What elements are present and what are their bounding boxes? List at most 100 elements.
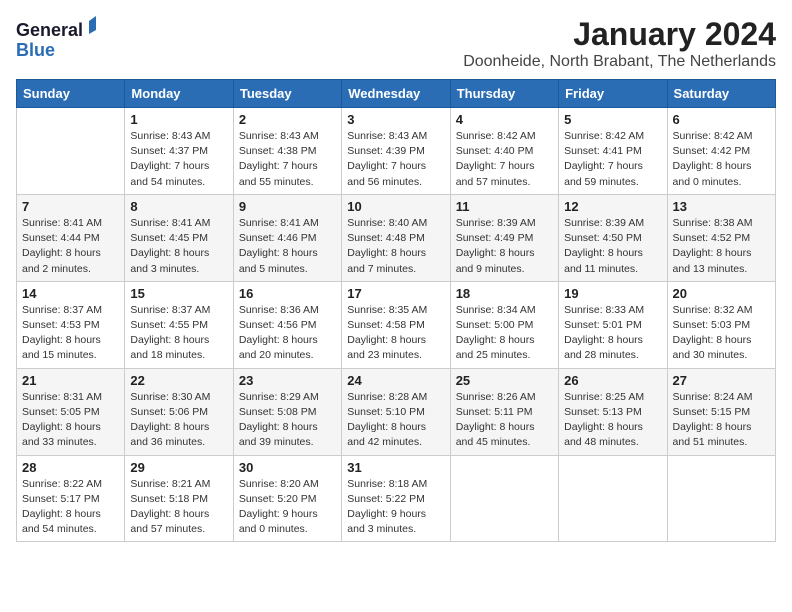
weekday-header-wednesday: Wednesday bbox=[342, 80, 450, 108]
day-info: Sunrise: 8:21 AMSunset: 5:18 PMDaylight:… bbox=[130, 477, 227, 538]
weekday-header-monday: Monday bbox=[125, 80, 233, 108]
day-number: 20 bbox=[673, 286, 770, 301]
day-number: 15 bbox=[130, 286, 227, 301]
day-number: 17 bbox=[347, 286, 444, 301]
calendar-cell: 28 Sunrise: 8:22 AMSunset: 5:17 PMDayligh… bbox=[17, 455, 125, 542]
day-number: 16 bbox=[239, 286, 336, 301]
svg-text:General: General bbox=[16, 20, 83, 40]
calendar-cell: 8 Sunrise: 8:41 AMSunset: 4:45 PMDaylight… bbox=[125, 194, 233, 281]
day-number: 9 bbox=[239, 199, 336, 214]
calendar-header-row: SundayMondayTuesdayWednesdayThursdayFrid… bbox=[17, 80, 776, 108]
calendar-cell bbox=[450, 455, 558, 542]
day-info: Sunrise: 8:35 AMSunset: 4:58 PMDaylight:… bbox=[347, 303, 444, 364]
calendar-cell: 25Sunrise: 8:26 AMSunset: 5:11 PMDayligh… bbox=[450, 368, 558, 455]
day-number: 6 bbox=[673, 112, 770, 127]
day-info: Sunrise: 8:42 AMSunset: 4:41 PMDaylight:… bbox=[564, 129, 661, 190]
day-number: 29 bbox=[130, 460, 227, 475]
month-title: January 2024 bbox=[463, 16, 776, 53]
day-info: Sunrise: 8:43 AMSunset: 4:38 PMDaylight:… bbox=[239, 129, 336, 190]
calendar-cell: 16 Sunrise: 8:36 AMSunset: 4:56 PMDayligh… bbox=[233, 281, 341, 368]
calendar-cell: 10 Sunrise: 8:40 AMSunset: 4:48 PMDayligh… bbox=[342, 194, 450, 281]
day-info: Sunrise: 8:18 AMSunset: 5:22 PMDaylight:… bbox=[347, 477, 444, 538]
calendar-cell: 18Sunrise: 8:34 AMSunset: 5:00 PMDayligh… bbox=[450, 281, 558, 368]
day-number: 22 bbox=[130, 373, 227, 388]
day-info: Sunrise: 8:30 AMSunset: 5:06 PMDaylight:… bbox=[130, 390, 227, 451]
calendar-cell: 2Sunrise: 8:43 AMSunset: 4:38 PMDaylight… bbox=[233, 108, 341, 195]
day-number: 27 bbox=[673, 373, 770, 388]
calendar-week-row: 14 Sunrise: 8:37 AMSunset: 4:53 PMDayligh… bbox=[17, 281, 776, 368]
calendar-week-row: 1 Sunrise: 8:43 AMSunset: 4:37 PMDaylight… bbox=[17, 108, 776, 195]
location-subtitle: Doonheide, North Brabant, The Netherland… bbox=[463, 53, 776, 71]
calendar-cell: 19 Sunrise: 8:33 AMSunset: 5:01 PMDayligh… bbox=[559, 281, 667, 368]
calendar-cell: 24 Sunrise: 8:28 AMSunset: 5:10 PMDayligh… bbox=[342, 368, 450, 455]
day-info: Sunrise: 8:43 AMSunset: 4:37 PMDaylight:… bbox=[130, 129, 227, 190]
calendar-cell: 30 Sunrise: 8:20 AMSunset: 5:20 PMDayligh… bbox=[233, 455, 341, 542]
calendar-cell: 12 Sunrise: 8:39 AMSunset: 4:50 PMDayligh… bbox=[559, 194, 667, 281]
calendar-cell: 29 Sunrise: 8:21 AMSunset: 5:18 PMDayligh… bbox=[125, 455, 233, 542]
calendar-cell: 21Sunrise: 8:31 AMSunset: 5:05 PMDayligh… bbox=[17, 368, 125, 455]
day-info: Sunrise: 8:42 AMSunset: 4:40 PMDaylight:… bbox=[456, 129, 553, 190]
weekday-header-friday: Friday bbox=[559, 80, 667, 108]
day-number: 30 bbox=[239, 460, 336, 475]
calendar-cell: 20Sunrise: 8:32 AMSunset: 5:03 PMDayligh… bbox=[667, 281, 775, 368]
day-info: Sunrise: 8:33 AMSunset: 5:01 PMDaylight:… bbox=[564, 303, 661, 364]
day-number: 1 bbox=[130, 112, 227, 127]
weekday-header-sunday: Sunday bbox=[17, 80, 125, 108]
calendar-cell: 14 Sunrise: 8:37 AMSunset: 4:53 PMDayligh… bbox=[17, 281, 125, 368]
day-info: Sunrise: 8:40 AMSunset: 4:48 PMDaylight:… bbox=[347, 216, 444, 277]
day-info: Sunrise: 8:41 AMSunset: 4:44 PMDaylight:… bbox=[22, 216, 119, 277]
calendar-cell: 9 Sunrise: 8:41 AMSunset: 4:46 PMDaylight… bbox=[233, 194, 341, 281]
day-number: 11 bbox=[456, 199, 553, 214]
day-info: Sunrise: 8:28 AMSunset: 5:10 PMDaylight:… bbox=[347, 390, 444, 451]
svg-text:Blue: Blue bbox=[16, 40, 55, 60]
day-number: 14 bbox=[22, 286, 119, 301]
calendar-cell: 13 Sunrise: 8:38 AMSunset: 4:52 PMDayligh… bbox=[667, 194, 775, 281]
day-info: Sunrise: 8:41 AMSunset: 4:45 PMDaylight:… bbox=[130, 216, 227, 277]
day-number: 31 bbox=[347, 460, 444, 475]
calendar-cell bbox=[17, 108, 125, 195]
day-info: Sunrise: 8:20 AMSunset: 5:20 PMDaylight:… bbox=[239, 477, 336, 538]
day-number: 24 bbox=[347, 373, 444, 388]
day-number: 4 bbox=[456, 112, 553, 127]
day-info: Sunrise: 8:22 AMSunset: 5:17 PMDaylight:… bbox=[22, 477, 119, 538]
day-number: 13 bbox=[673, 199, 770, 214]
calendar-cell: 3Sunrise: 8:43 AMSunset: 4:39 PMDaylight… bbox=[342, 108, 450, 195]
day-number: 8 bbox=[130, 199, 227, 214]
page-header: General Blue January 2024 Doonheide, Nor… bbox=[16, 16, 776, 71]
calendar-table: SundayMondayTuesdayWednesdayThursdayFrid… bbox=[16, 79, 776, 542]
logo-svg: General Blue bbox=[16, 16, 96, 66]
calendar-cell: 6 Sunrise: 8:42 AMSunset: 4:42 PMDaylight… bbox=[667, 108, 775, 195]
day-info: Sunrise: 8:37 AMSunset: 4:53 PMDaylight:… bbox=[22, 303, 119, 364]
day-number: 19 bbox=[564, 286, 661, 301]
day-info: Sunrise: 8:38 AMSunset: 4:52 PMDaylight:… bbox=[673, 216, 770, 277]
calendar-cell: 1 Sunrise: 8:43 AMSunset: 4:37 PMDaylight… bbox=[125, 108, 233, 195]
day-info: Sunrise: 8:25 AMSunset: 5:13 PMDaylight:… bbox=[564, 390, 661, 451]
calendar-cell bbox=[667, 455, 775, 542]
day-number: 28 bbox=[22, 460, 119, 475]
day-info: Sunrise: 8:43 AMSunset: 4:39 PMDaylight:… bbox=[347, 129, 444, 190]
calendar-cell: 11Sunrise: 8:39 AMSunset: 4:49 PMDayligh… bbox=[450, 194, 558, 281]
calendar-week-row: 7 Sunrise: 8:41 AMSunset: 4:44 PMDaylight… bbox=[17, 194, 776, 281]
calendar-week-row: 21Sunrise: 8:31 AMSunset: 5:05 PMDayligh… bbox=[17, 368, 776, 455]
calendar-cell: 22 Sunrise: 8:30 AMSunset: 5:06 PMDayligh… bbox=[125, 368, 233, 455]
day-number: 7 bbox=[22, 199, 119, 214]
day-number: 25 bbox=[456, 373, 553, 388]
logo: General Blue bbox=[16, 16, 96, 66]
day-info: Sunrise: 8:34 AMSunset: 5:00 PMDaylight:… bbox=[456, 303, 553, 364]
weekday-header-thursday: Thursday bbox=[450, 80, 558, 108]
day-info: Sunrise: 8:39 AMSunset: 4:50 PMDaylight:… bbox=[564, 216, 661, 277]
calendar-cell: 26 Sunrise: 8:25 AMSunset: 5:13 PMDayligh… bbox=[559, 368, 667, 455]
day-number: 12 bbox=[564, 199, 661, 214]
day-info: Sunrise: 8:36 AMSunset: 4:56 PMDaylight:… bbox=[239, 303, 336, 364]
day-info: Sunrise: 8:41 AMSunset: 4:46 PMDaylight:… bbox=[239, 216, 336, 277]
day-info: Sunrise: 8:24 AMSunset: 5:15 PMDaylight:… bbox=[673, 390, 770, 451]
weekday-header-tuesday: Tuesday bbox=[233, 80, 341, 108]
calendar-cell: 15 Sunrise: 8:37 AMSunset: 4:55 PMDayligh… bbox=[125, 281, 233, 368]
day-number: 21 bbox=[22, 373, 119, 388]
day-info: Sunrise: 8:42 AMSunset: 4:42 PMDaylight:… bbox=[673, 129, 770, 190]
weekday-header-saturday: Saturday bbox=[667, 80, 775, 108]
calendar-cell: 23Sunrise: 8:29 AMSunset: 5:08 PMDayligh… bbox=[233, 368, 341, 455]
day-info: Sunrise: 8:37 AMSunset: 4:55 PMDaylight:… bbox=[130, 303, 227, 364]
day-number: 10 bbox=[347, 199, 444, 214]
day-number: 26 bbox=[564, 373, 661, 388]
